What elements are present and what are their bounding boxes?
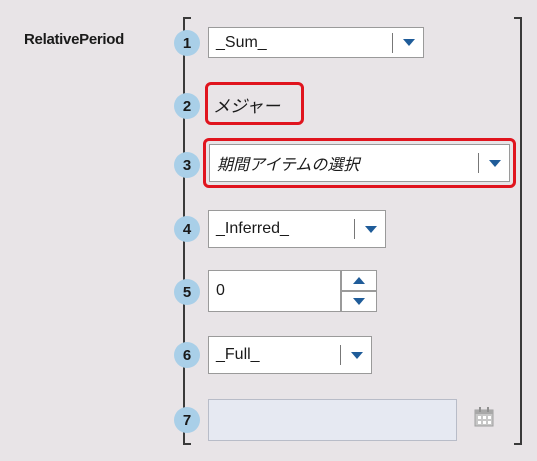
inferred-dropdown[interactable]: _Inferred_	[208, 210, 386, 248]
offset-input[interactable]: 0	[208, 270, 341, 312]
aggregation-dropdown[interactable]: _Sum_	[208, 27, 424, 58]
measure-field[interactable]: メジャー	[213, 92, 280, 117]
chevron-down-icon	[353, 298, 365, 305]
aggregation-value: _Sum_	[216, 33, 267, 51]
step-badge-2: 2	[174, 93, 200, 119]
step-badge-1: 1	[174, 30, 200, 56]
increment-button[interactable]	[341, 270, 377, 291]
inferred-value: _Inferred_	[216, 220, 289, 237]
full-dropdown[interactable]: _Full_	[208, 336, 372, 374]
chevron-down-icon[interactable]	[481, 159, 509, 167]
dropdown-separator	[340, 345, 341, 365]
step-badge-4: 4	[174, 216, 200, 242]
chevron-up-icon	[353, 277, 365, 284]
dropdown-separator	[478, 153, 479, 173]
full-value: _Full_	[216, 346, 260, 363]
step-badge-6: 6	[174, 342, 200, 368]
period-item-value: 期間アイテムの選択	[217, 157, 360, 174]
dropdown-separator	[354, 219, 355, 239]
step-badge-3: 3	[174, 152, 200, 178]
step-badge-5: 5	[174, 279, 200, 305]
bracket-right	[514, 17, 522, 445]
period-item-dropdown[interactable]: 期間アイテムの選択	[209, 144, 510, 182]
chevron-down-icon[interactable]	[395, 39, 423, 46]
dropdown-separator	[392, 32, 393, 53]
calendar-icon[interactable]	[472, 405, 496, 429]
chevron-down-icon[interactable]	[343, 351, 371, 359]
date-input[interactable]	[208, 399, 457, 441]
property-title: RelativePeriod	[24, 31, 125, 48]
decrement-button[interactable]	[341, 291, 377, 312]
step-badge-7: 7	[174, 407, 200, 433]
chevron-down-icon[interactable]	[357, 225, 385, 233]
